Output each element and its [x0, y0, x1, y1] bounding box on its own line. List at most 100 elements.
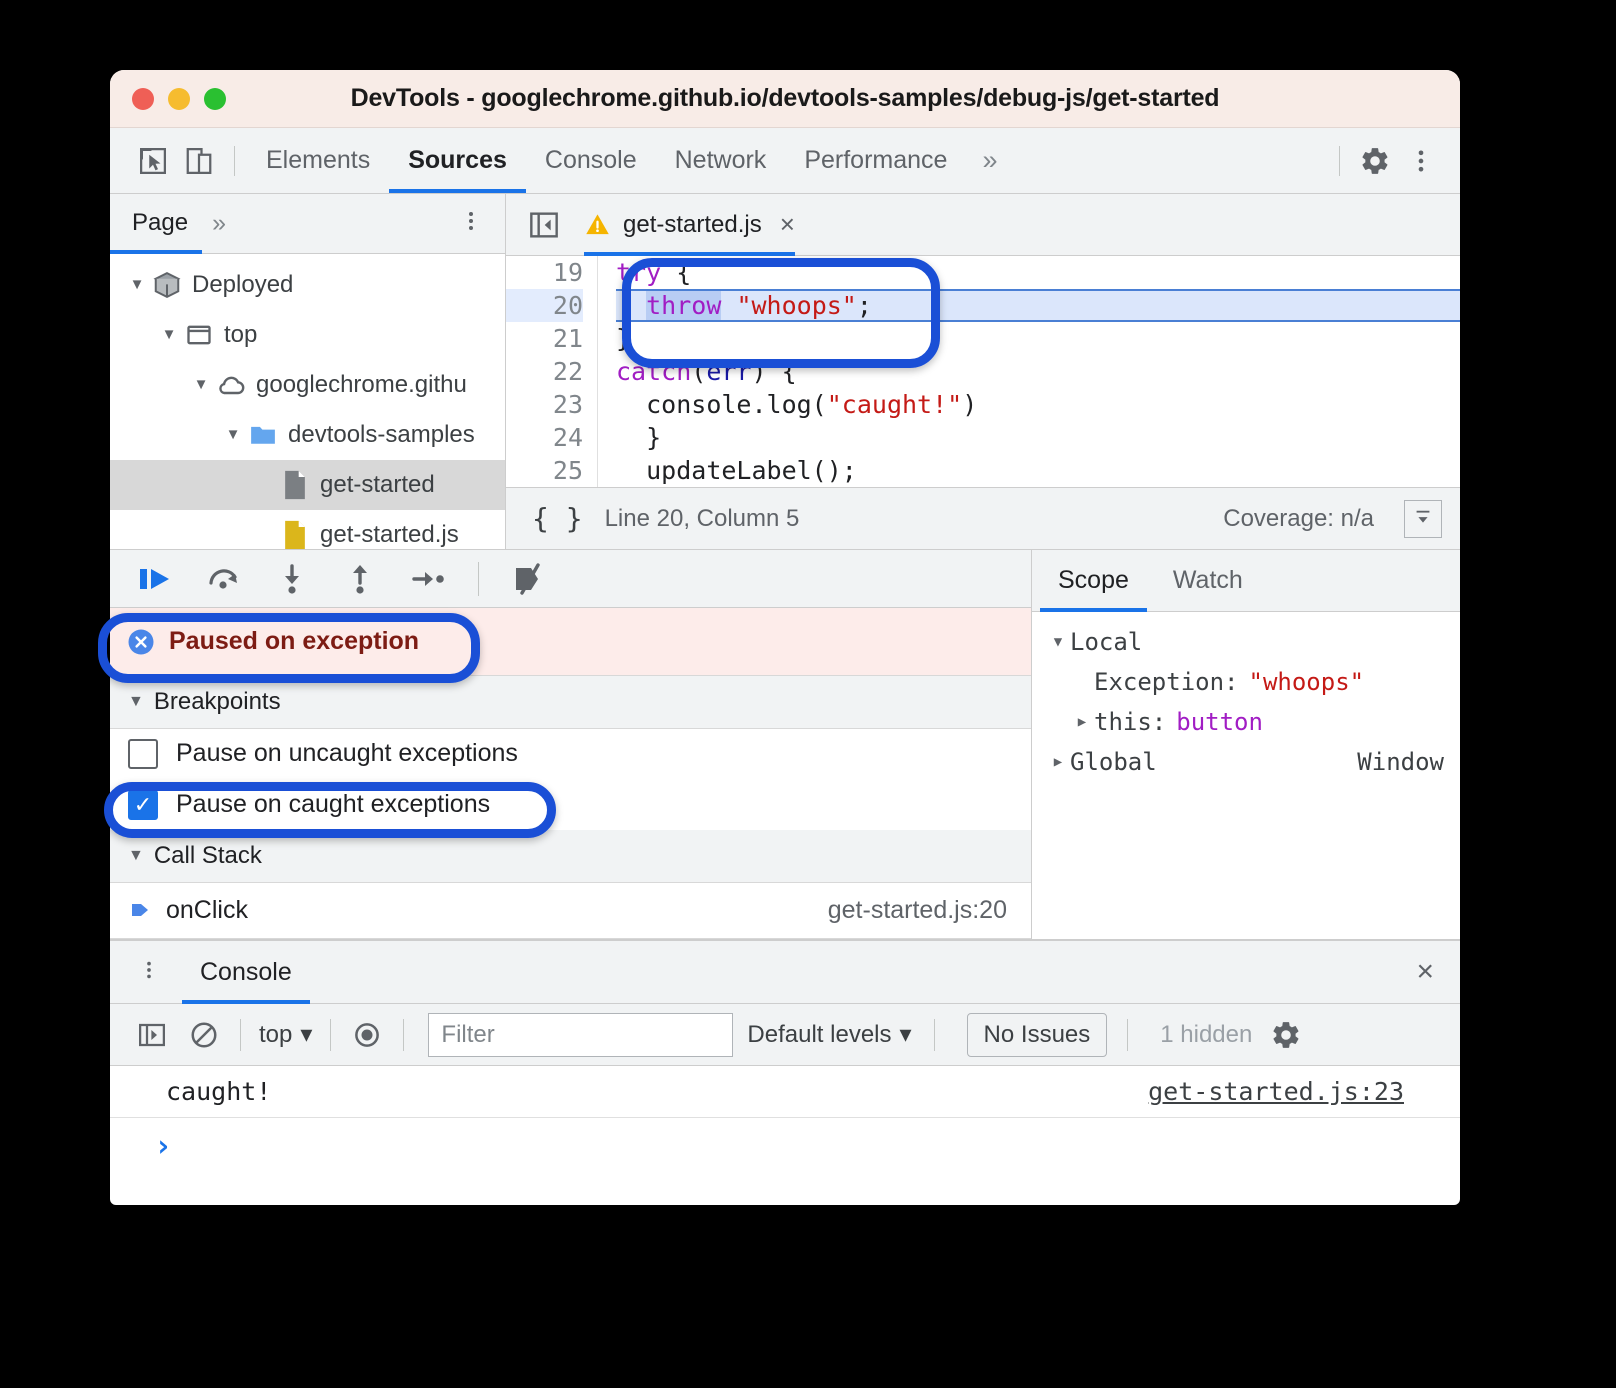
- scope-group-global[interactable]: ▶ Global Window: [1032, 742, 1460, 782]
- code-line-21: }: [616, 324, 632, 353]
- levels-label: Default levels: [747, 1020, 892, 1048]
- panel-tabs: Elements Sources Console Network Perform…: [247, 128, 1013, 193]
- pause-on-uncaught-exceptions-checkbox[interactable]: [128, 738, 158, 769]
- code-line-19: try {: [616, 258, 692, 287]
- maximize-button[interactable]: [204, 87, 226, 110]
- close-icon[interactable]: ×: [1416, 955, 1434, 989]
- kebab-menu-icon[interactable]: [1398, 138, 1444, 184]
- window-titlebar: DevTools - googlechrome.github.io/devtoo…: [110, 70, 1460, 128]
- close-button[interactable]: [132, 87, 154, 110]
- pause-on-caught-exceptions-checkbox[interactable]: ✓: [128, 789, 158, 820]
- gear-icon[interactable]: [1352, 138, 1398, 184]
- minimize-button[interactable]: [168, 87, 190, 110]
- frame-icon: [182, 321, 216, 349]
- resume-script-icon[interactable]: [122, 550, 190, 607]
- tab-watch[interactable]: Watch: [1155, 550, 1261, 611]
- console-message-source-link[interactable]: get-started.js:23: [1148, 1077, 1404, 1106]
- call-stack-location: get-started.js:20: [827, 895, 1007, 924]
- collapse-triangle-icon[interactable]: ▼: [1046, 634, 1070, 650]
- tree-label: Deployed: [192, 270, 294, 298]
- console-filter-input[interactable]: Filter: [428, 1012, 734, 1057]
- tree-item-get-started-js[interactable]: get-started.js: [110, 510, 505, 549]
- tab-elements[interactable]: Elements: [247, 128, 389, 193]
- drawer-kebab-menu-icon[interactable]: [138, 958, 160, 987]
- package-icon: [150, 270, 184, 300]
- scope-group-local[interactable]: ▼ Local: [1032, 622, 1460, 662]
- deactivate-breakpoints-icon[interactable]: [495, 550, 563, 607]
- expand-triangle-icon[interactable]: ▼: [156, 326, 182, 343]
- tree-item-folder[interactable]: ▼ devtools-samples: [110, 410, 505, 460]
- scope-prop-exception[interactable]: Exception: "whoops": [1032, 662, 1460, 702]
- dropdown-panel-icon[interactable]: [1404, 499, 1442, 538]
- tab-console[interactable]: Console: [526, 128, 656, 193]
- editor-status-bar: { } Line 20, Column 5 Coverage: n/a: [506, 487, 1460, 549]
- device-toolbar-icon[interactable]: [176, 138, 222, 184]
- tab-sources[interactable]: Sources: [389, 128, 526, 193]
- panel-collapse-icon[interactable]: [528, 209, 560, 241]
- console-prompt[interactable]: ›: [110, 1118, 1460, 1174]
- error-circle-icon: [126, 627, 156, 657]
- step-icon[interactable]: [394, 550, 462, 607]
- line-number: 23: [552, 390, 583, 419]
- console-settings-gear-icon[interactable]: [1270, 1019, 1302, 1051]
- step-into-icon[interactable]: [258, 550, 326, 607]
- debugger-toolbar-divider: [478, 561, 479, 596]
- tree-label: devtools-samples: [288, 420, 475, 448]
- scope-prop-this[interactable]: ▶ this: button: [1032, 702, 1460, 742]
- clear-console-icon[interactable]: [178, 1020, 230, 1050]
- section-title: Breakpoints: [153, 687, 281, 715]
- coverage-status: Coverage: n/a: [1223, 504, 1374, 532]
- drawer-tab-console[interactable]: Console: [182, 941, 310, 1004]
- js-file-icon: [278, 519, 312, 549]
- editor-tab-get-started-js[interactable]: get-started.js ×: [584, 194, 795, 256]
- scope-tree: ▼ Local Exception: "whoops" ▶ this: butt…: [1032, 612, 1460, 782]
- navigator-more-chevron-icon[interactable]: »: [202, 209, 236, 238]
- console-context-selector[interactable]: top ▾: [251, 1020, 320, 1049]
- breakpoint-option-uncaught[interactable]: Pause on uncaught exceptions: [110, 728, 1031, 780]
- tree-item-origin[interactable]: ▼ googlechrome.githu: [110, 360, 505, 410]
- debugger-area: Paused on exception ▼ Breakpoints Pause …: [110, 550, 1460, 940]
- expand-triangle-icon[interactable]: ▶: [1046, 754, 1070, 770]
- more-tabs-chevron-icon[interactable]: »: [966, 145, 1013, 176]
- expand-triangle-icon[interactable]: ▼: [188, 376, 214, 393]
- call-stack-frame[interactable]: onClick get-started.js:20: [110, 882, 1031, 939]
- chevron-down-icon: ▾: [300, 1021, 313, 1048]
- expand-triangle-icon[interactable]: ▶: [1070, 714, 1094, 730]
- tab-scope[interactable]: Scope: [1040, 550, 1147, 612]
- scope-name: Global: [1070, 748, 1157, 776]
- expand-triangle-icon[interactable]: ▼: [124, 276, 150, 293]
- collapse-triangle-icon[interactable]: ▼: [128, 693, 144, 711]
- scope-value: "whoops": [1248, 668, 1365, 696]
- expand-triangle-icon[interactable]: ▼: [220, 426, 246, 443]
- console-log-levels-dropdown[interactable]: Default levels ▾: [747, 1020, 911, 1049]
- inspect-element-icon[interactable]: [130, 138, 176, 184]
- navigator-header: Page »: [110, 194, 505, 254]
- step-out-icon[interactable]: [326, 550, 394, 607]
- breakpoint-option-label: Pause on uncaught exceptions: [176, 739, 518, 768]
- tab-network[interactable]: Network: [656, 128, 786, 193]
- navigator-tab-page[interactable]: Page: [110, 194, 203, 254]
- code-line-25: updateLabel();: [646, 456, 857, 485]
- live-expression-icon[interactable]: [341, 1020, 393, 1050]
- breakpoints-section-header[interactable]: ▼ Breakpoints: [110, 675, 1031, 729]
- tree-item-get-started[interactable]: get-started: [110, 459, 505, 510]
- code-line-22: catch(err) {: [616, 357, 797, 386]
- navigator-kebab-menu-icon[interactable]: [459, 209, 483, 238]
- tree-label: top: [224, 320, 258, 348]
- prompt-caret-icon: ›: [154, 1128, 173, 1164]
- issues-button[interactable]: No Issues: [966, 1012, 1108, 1057]
- pretty-print-braces-icon[interactable]: { }: [532, 502, 583, 535]
- tree-item-deployed[interactable]: ▼ Deployed: [110, 260, 505, 310]
- step-over-icon[interactable]: [190, 550, 258, 607]
- collapse-triangle-icon[interactable]: ▼: [128, 847, 144, 865]
- console-sidebar-icon[interactable]: [126, 1020, 178, 1050]
- tab-performance[interactable]: Performance: [785, 128, 966, 193]
- tree-item-top[interactable]: ▼ top: [110, 310, 505, 360]
- breakpoint-option-caught[interactable]: ✓ Pause on caught exceptions: [110, 779, 1031, 830]
- call-stack-section-header[interactable]: ▼ Call Stack: [110, 829, 1031, 883]
- line-number: 19: [552, 258, 583, 287]
- window-controls: [132, 87, 226, 110]
- close-icon[interactable]: ×: [780, 209, 795, 240]
- code-editor[interactable]: 19 20 21 22 23 24 25 try { throw "whoops…: [506, 256, 1460, 487]
- chevron-down-icon: ▾: [899, 1021, 912, 1048]
